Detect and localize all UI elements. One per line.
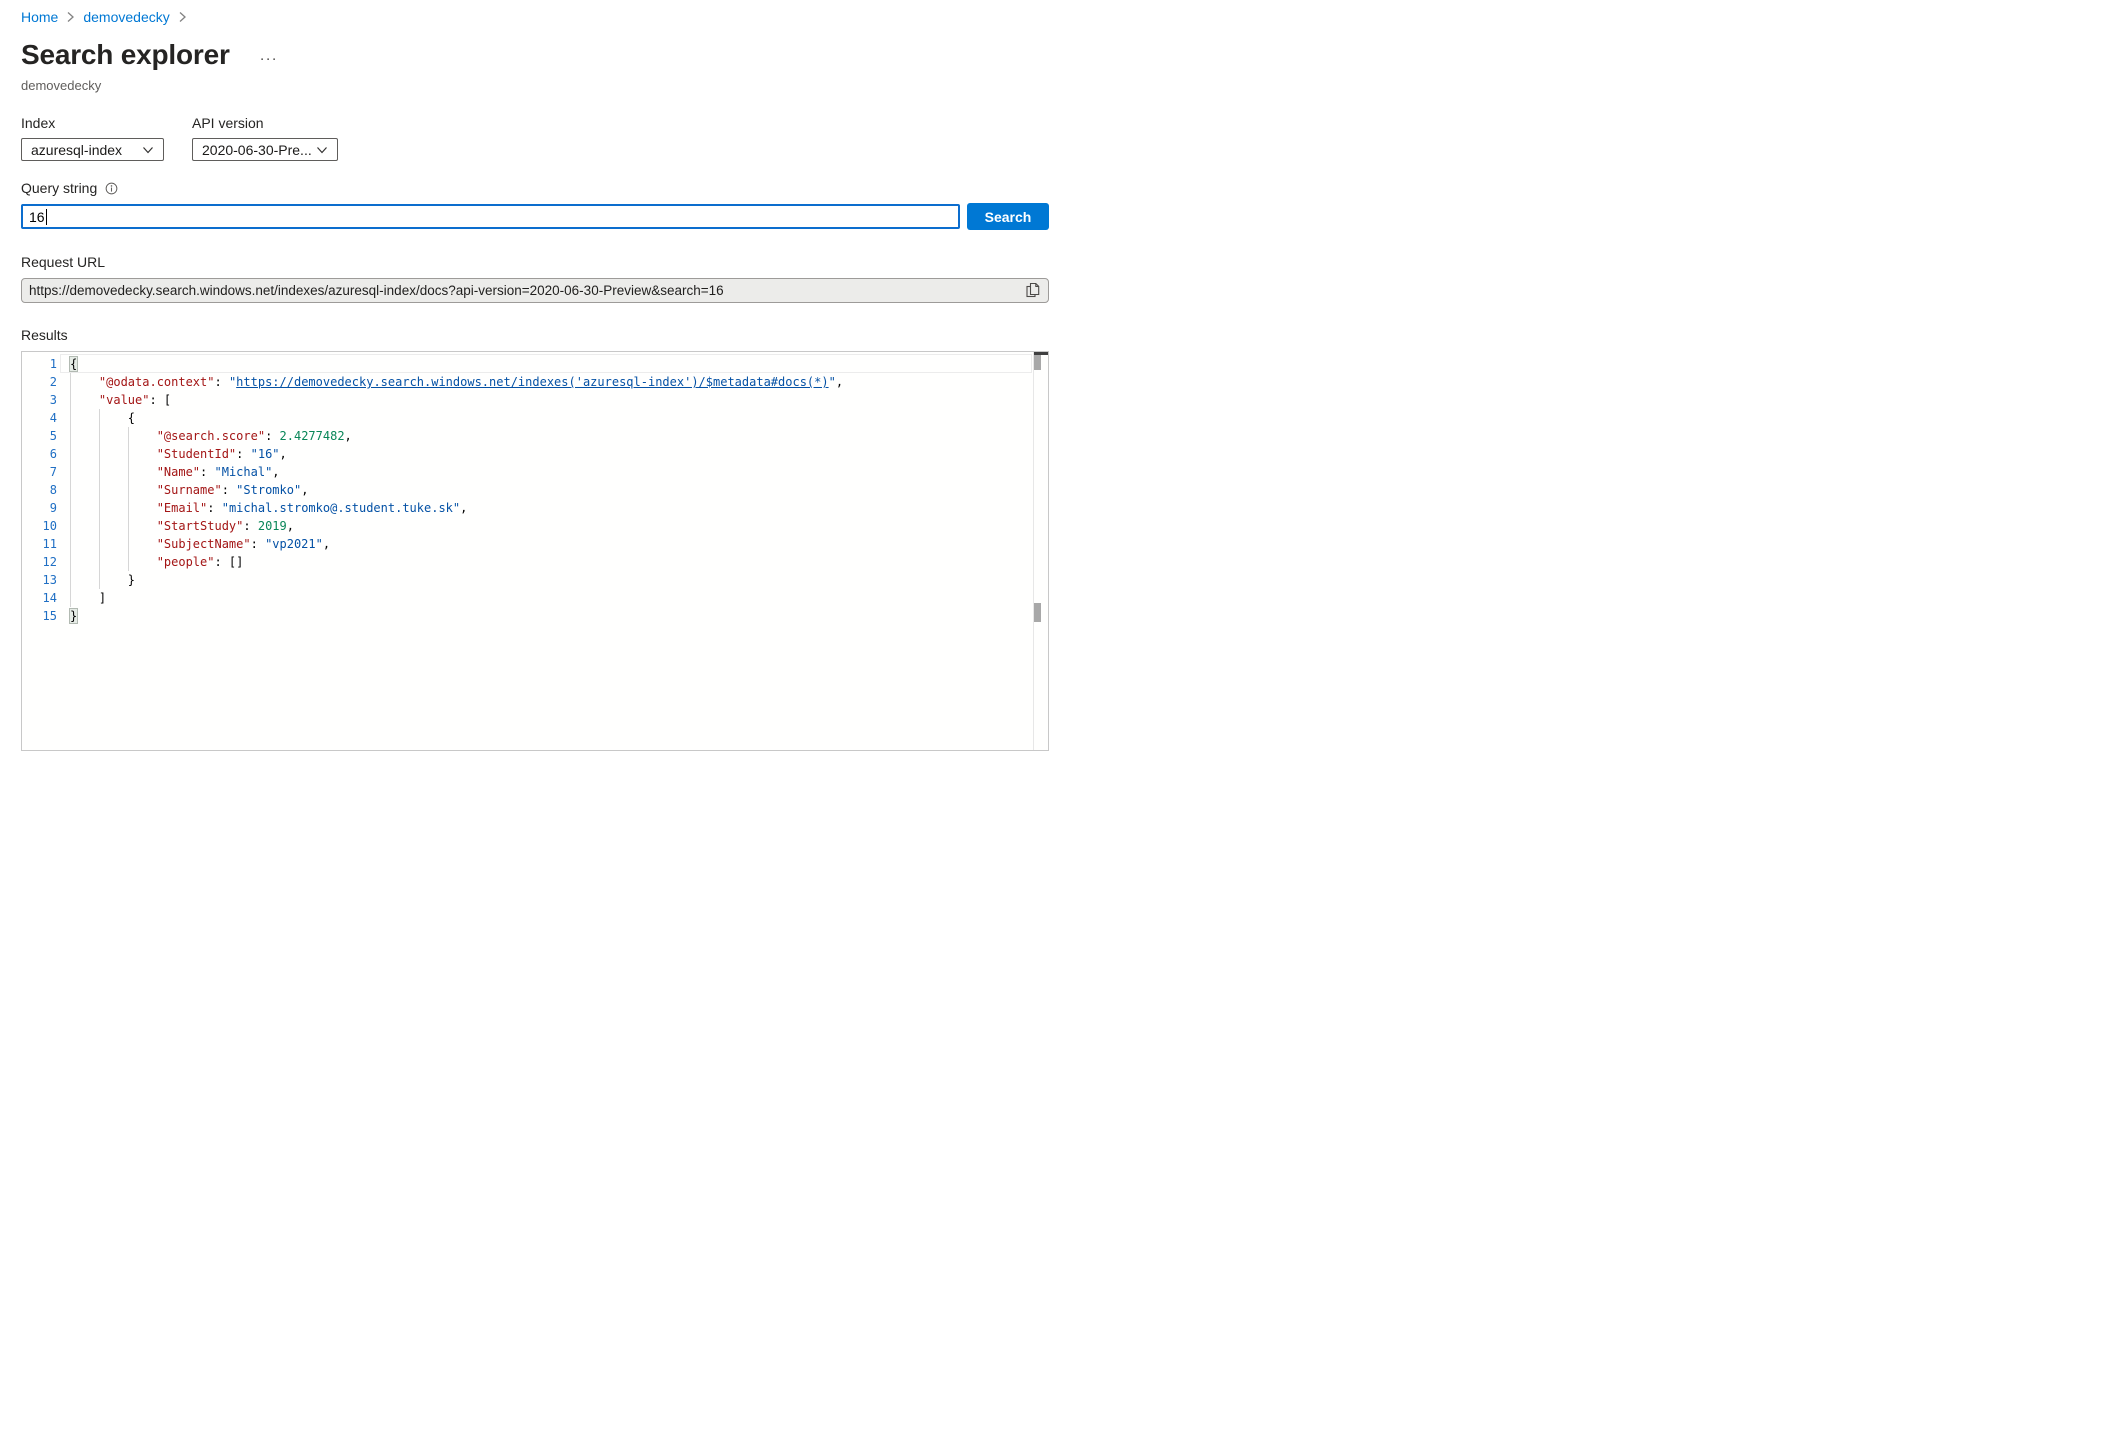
index-dropdown-value: azuresql-index (31, 142, 122, 158)
api-version-dropdown-value: 2020-06-30-Pre... (202, 142, 312, 158)
line-number: 11 (22, 535, 57, 553)
line-number: 12 (22, 553, 57, 571)
code-line: "StudentId": "16", (70, 445, 843, 463)
line-number: 13 (22, 571, 57, 589)
line-number: 15 (22, 607, 57, 625)
api-version-dropdown[interactable]: 2020-06-30-Pre... (192, 138, 338, 161)
code-line: "@search.score": 2.4277482, (70, 427, 843, 445)
request-url-box[interactable]: https://demovedecky.search.windows.net/i… (21, 278, 1049, 303)
chevron-right-icon (66, 11, 75, 23)
text-cursor (46, 209, 47, 225)
editor-scrollbar[interactable] (1033, 352, 1048, 750)
scrollbar-thumb[interactable] (1034, 355, 1041, 370)
index-label: Index (21, 115, 164, 131)
info-icon[interactable] (105, 182, 118, 195)
breadcrumb: Home demovedecky (21, 9, 1049, 25)
copy-icon (1025, 282, 1041, 299)
api-version-label: API version (192, 115, 338, 131)
line-number: 9 (22, 499, 57, 517)
code-line: { (70, 409, 843, 427)
copy-button[interactable] (1025, 282, 1041, 299)
code-line: "Name": "Michal", (70, 463, 843, 481)
code-line: } (70, 607, 843, 625)
search-explorer-page: Home demovedecky Search explorer ··· dem… (21, 0, 1049, 751)
line-number: 7 (22, 463, 57, 481)
editor-code-area: {"@odata.context": "https://demovedecky.… (70, 352, 1032, 750)
chevron-down-icon (316, 142, 328, 158)
scrollbar-thumb[interactable] (1034, 603, 1041, 622)
chevron-down-icon (142, 142, 154, 158)
line-number: 6 (22, 445, 57, 463)
page-subtitle: demovedecky (21, 78, 1049, 93)
query-string-label: Query string (21, 180, 97, 196)
line-number: 4 (22, 409, 57, 427)
line-number: 10 (22, 517, 57, 535)
breadcrumb-demovedecky-link[interactable]: demovedecky (83, 9, 169, 25)
code-line: "people": [] (70, 553, 843, 571)
code-line: { (70, 355, 843, 373)
editor-code-lines: {"@odata.context": "https://demovedecky.… (70, 355, 843, 625)
code-line: ] (70, 589, 843, 607)
results-label: Results (21, 327, 1049, 343)
query-string-input[interactable]: 16 (21, 204, 960, 229)
code-line: "value": [ (70, 391, 843, 409)
page-title: Search explorer (21, 41, 230, 69)
line-number: 3 (22, 391, 57, 409)
code-line: } (70, 571, 843, 589)
breadcrumb-home-link[interactable]: Home (21, 9, 58, 25)
editor-gutter: 123456789101112131415 (22, 355, 57, 625)
search-button[interactable]: Search (967, 203, 1049, 230)
line-number: 8 (22, 481, 57, 499)
query-string-value: 16 (29, 209, 45, 225)
results-json-editor[interactable]: 123456789101112131415 {"@odata.context":… (21, 351, 1049, 751)
index-dropdown[interactable]: azuresql-index (21, 138, 164, 161)
line-number: 2 (22, 373, 57, 391)
request-url-label: Request URL (21, 254, 1049, 270)
line-number: 14 (22, 589, 57, 607)
code-line: "SubjectName": "vp2021", (70, 535, 843, 553)
code-line: "Surname": "Stromko", (70, 481, 843, 499)
line-number: 1 (22, 355, 57, 373)
code-line: "StartStudy": 2019, (70, 517, 843, 535)
request-url-value: https://demovedecky.search.windows.net/i… (29, 283, 1019, 298)
more-menu-button[interactable]: ··· (260, 45, 278, 66)
code-line: "Email": "michal.stromko@.student.tuke.s… (70, 499, 843, 517)
code-line: "@odata.context": "https://demovedecky.s… (70, 373, 843, 391)
chevron-right-icon (178, 11, 187, 23)
line-number: 5 (22, 427, 57, 445)
